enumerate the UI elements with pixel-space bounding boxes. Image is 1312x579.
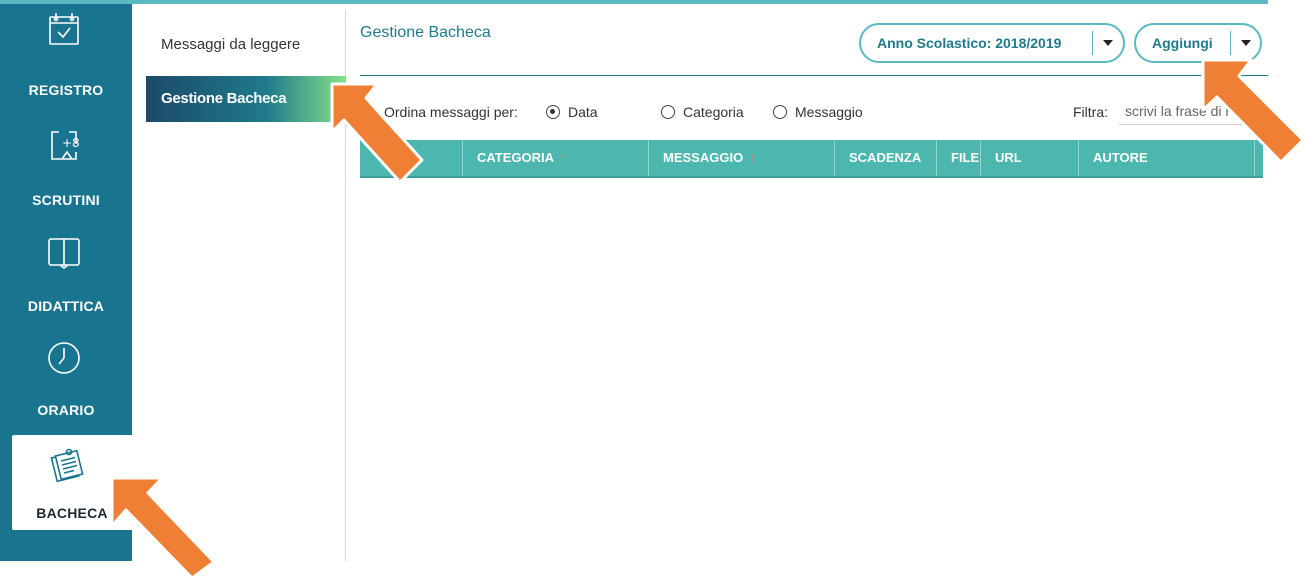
column-header-scadenza[interactable]: SCADENZA	[835, 140, 937, 176]
nav-label: ORARIO	[37, 402, 95, 418]
column-header-messaggio[interactable]: MESSAGGIO ↑	[649, 140, 835, 176]
header-divider	[360, 75, 1268, 76]
nav-label: SCRUTINI	[32, 192, 100, 208]
sort-option-data[interactable]: Data	[546, 104, 598, 120]
school-year-dropdown[interactable]: Anno Scolastico: 2018/2019	[859, 23, 1125, 63]
annotation-arrow	[110, 476, 216, 579]
nav-item-scrutini[interactable]: +8 SCRUTINI	[0, 120, 132, 226]
radio-unchecked-icon[interactable]	[661, 105, 675, 119]
add-button[interactable]: Aggiungi	[1136, 31, 1232, 55]
sort-option-label: Categoria	[683, 104, 744, 120]
column-label: URL	[995, 150, 1022, 165]
nav-item-registro[interactable]: REGISTRO	[0, 4, 132, 110]
submenu-item-messaggi-da-leggere[interactable]: Messaggi da leggere	[146, 22, 346, 68]
page-title: Gestione Bacheca	[360, 24, 491, 41]
column-label: SCADENZA	[849, 150, 922, 165]
top-accent-line	[0, 0, 1268, 4]
chevron-down-icon[interactable]	[1093, 40, 1123, 46]
sort-option-label: Data	[568, 104, 598, 120]
radio-unchecked-icon[interactable]	[773, 105, 787, 119]
chevron-down-icon[interactable]	[1231, 40, 1260, 46]
nav-item-didattica[interactable]: DIDATTICA	[0, 226, 132, 332]
annotation-arrow	[330, 82, 424, 184]
column-label: AUTORE	[1093, 150, 1148, 165]
nav-label: REGISTRO	[28, 82, 104, 98]
book-icon	[45, 232, 83, 270]
column-header-url[interactable]: URL	[981, 140, 1079, 176]
filter-label: Filtra:	[1073, 104, 1108, 120]
column-label: FILE	[951, 150, 980, 165]
column-header-categoria[interactable]: CATEGORIA ↑	[463, 140, 649, 176]
column-header-file[interactable]: FILE	[937, 140, 981, 176]
sort-up-icon[interactable]: ↑	[749, 150, 756, 165]
calendar-check-icon	[45, 10, 83, 48]
column-label: MESSAGGIO	[663, 150, 744, 165]
sort-option-categoria[interactable]: Categoria	[661, 104, 744, 120]
sort-option-label: Messaggio	[795, 104, 863, 120]
school-year-label[interactable]: Anno Scolastico: 2018/2019	[861, 31, 1094, 55]
submenu-item-gestione-bacheca[interactable]: Gestione Bacheca	[146, 76, 346, 122]
clock-icon	[45, 338, 83, 376]
nav-item-orario[interactable]: ORARIO	[0, 332, 132, 438]
sort-up-icon[interactable]: ↑	[560, 150, 567, 165]
column-label: CATEGORIA	[477, 150, 555, 165]
scrutini-icon: +8	[45, 126, 83, 164]
annotation-arrow	[1201, 58, 1305, 164]
svg-text:+8: +8	[62, 136, 80, 150]
notepad-icon	[48, 445, 86, 483]
sort-option-messaggio[interactable]: Messaggio	[773, 104, 863, 120]
radio-checked-icon[interactable]	[546, 105, 560, 119]
nav-label: DIDATTICA	[27, 298, 105, 314]
table-header: ↓ CATEGORIA↑ MESSAGGIO↑ SCADENZA FILE UR…	[360, 140, 1263, 178]
